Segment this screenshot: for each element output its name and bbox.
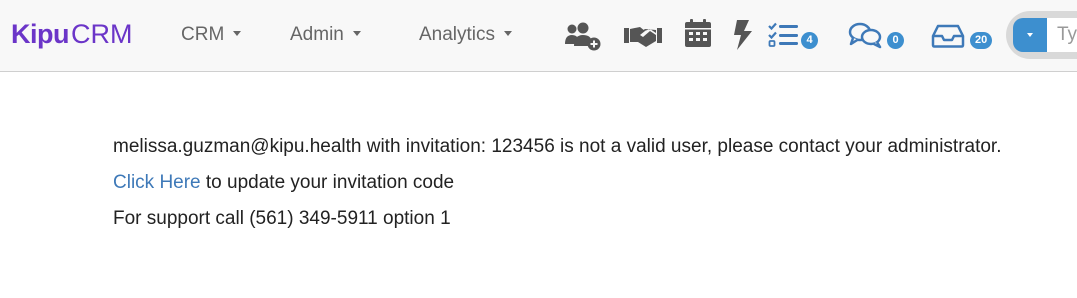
handshake-icon[interactable] <box>623 23 663 49</box>
search-input[interactable] <box>1047 18 1077 52</box>
menu-admin-label: Admin <box>290 24 344 45</box>
brand-product: CRM <box>71 19 133 49</box>
menu-analytics[interactable]: Analytics <box>419 22 513 48</box>
update-invitation-line: Click Here to update your invitation cod… <box>113 165 1002 201</box>
brand-name: Kipu <box>11 19 70 49</box>
add-user-icon[interactable] <box>563 20 603 52</box>
message-count-badge: 0 <box>887 32 904 49</box>
error-message: melissa.guzman@kipu.health with invitati… <box>113 136 1002 157</box>
menu-crm-label: CRM <box>181 24 225 45</box>
top-navbar: KipuCRM CRM Admin Analytics 4 0 20 Ty <box>0 0 1077 72</box>
chevron-down-icon <box>1027 33 1033 37</box>
chevron-down-icon <box>504 31 513 37</box>
task-count-badge: 4 <box>801 32 818 49</box>
chevron-down-icon <box>352 31 361 37</box>
support-message: For support call (561) 349-5911 option 1 <box>113 208 451 229</box>
menu-analytics-label: Analytics <box>419 24 496 45</box>
lightning-icon[interactable] <box>731 19 755 51</box>
calendar-icon[interactable] <box>684 18 712 48</box>
click-here-link[interactable]: Click Here <box>113 172 201 193</box>
comments-icon[interactable] <box>848 21 884 49</box>
menu-admin[interactable]: Admin <box>290 22 361 48</box>
update-invitation-text: to update your invitation code <box>200 172 455 193</box>
search-scope-dropdown[interactable] <box>1013 18 1047 52</box>
invitation-message: melissa.guzman@kipu.health with invitati… <box>113 129 1002 237</box>
menu-crm[interactable]: CRM <box>181 22 242 48</box>
task-list-icon[interactable] <box>768 22 800 48</box>
inbox-count-badge: 20 <box>970 32 993 49</box>
inbox-icon[interactable] <box>931 24 965 48</box>
chevron-down-icon <box>233 31 242 37</box>
brand-logo[interactable]: KipuCRM <box>11 16 133 52</box>
search-bar <box>1006 11 1077 59</box>
